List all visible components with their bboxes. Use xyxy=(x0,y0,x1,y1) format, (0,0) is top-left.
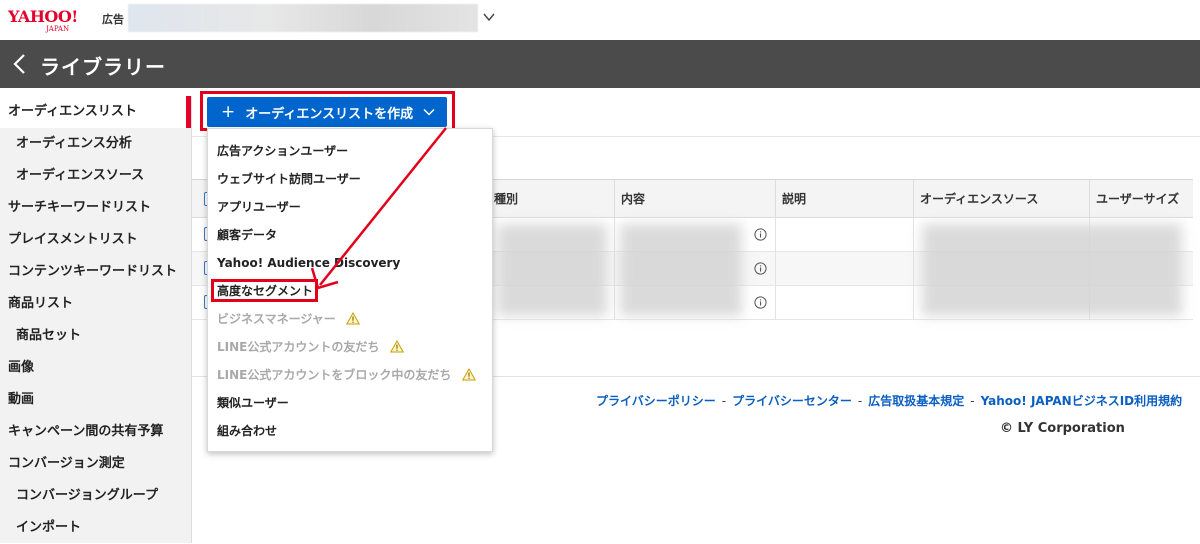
menu-item-similar-users[interactable]: 類似ユーザー xyxy=(208,389,492,417)
menu-item-ad-action-users[interactable]: 広告アクションユーザー xyxy=(208,137,492,165)
logo-label: 広告 xyxy=(102,13,124,26)
menu-item-combination[interactable]: 組み合わせ xyxy=(208,417,492,445)
warning-icon xyxy=(346,312,360,325)
menu-item-website-visitors[interactable]: ウェブサイト訪問ユーザー xyxy=(208,165,492,193)
menu-item-customer-data[interactable]: 顧客データ xyxy=(208,221,492,249)
column-separator xyxy=(775,218,776,320)
sidebar: オーディエンスリスト オーディエンス分析 オーディエンスソース サーチキーワード… xyxy=(0,96,191,543)
copyright: © LY Corporation xyxy=(1000,421,1125,436)
sidebar-item-content-keyword-list[interactable]: コンテンツキーワードリスト xyxy=(0,256,191,288)
chevron-down-icon[interactable] xyxy=(482,10,496,24)
column-separator xyxy=(614,218,615,320)
column-header-audience-source[interactable]: オーディエンスソース xyxy=(913,180,1089,218)
chevron-down-icon xyxy=(423,108,435,116)
create-button-label: オーディエンスリストを作成 xyxy=(245,106,414,122)
logo-sub: JAPAN xyxy=(46,25,70,33)
sidebar-item-audience-list[interactable]: オーディエンスリスト xyxy=(0,96,191,128)
menu-item-business-manager: ビジネスマネージャー xyxy=(208,305,492,333)
sidebar-item-product-list[interactable]: 商品リスト xyxy=(0,288,191,320)
yahoo-ads-logo[interactable]: YAHOO! JAPAN 広告 xyxy=(8,7,124,33)
redacted-cell xyxy=(497,224,607,316)
page-header: ライブラリー xyxy=(0,40,1200,88)
menu-item-line-friends: LINE公式アカウントの友だち xyxy=(208,333,492,361)
column-header-user-size[interactable]: ユーザーサイズ xyxy=(1089,180,1193,218)
sidebar-item-import[interactable]: インポート xyxy=(0,512,191,544)
column-header-type[interactable]: 種別 xyxy=(487,180,609,218)
info-icon[interactable] xyxy=(754,228,767,241)
business-id-terms-link[interactable]: Yahoo! JAPANビジネスID利用規約 xyxy=(981,394,1183,408)
redacted-cell xyxy=(620,224,742,316)
privacy-policy-link[interactable]: プライバシーポリシー xyxy=(596,394,716,408)
sidebar-item-videos[interactable]: 動画 xyxy=(0,384,191,416)
redacted-cell xyxy=(922,224,1182,316)
menu-item-label: ビジネスマネージャー xyxy=(217,312,336,326)
column-separator xyxy=(913,218,914,320)
column-header-content[interactable]: 内容 xyxy=(614,180,775,218)
info-icon[interactable] xyxy=(754,296,767,309)
top-bar: YAHOO! JAPAN 広告 xyxy=(0,0,1200,40)
logo-text: YAHOO! xyxy=(8,7,78,26)
sidebar-item-product-set[interactable]: 商品セット xyxy=(0,320,191,352)
annotation-highlight-advanced-segment xyxy=(211,279,318,302)
sidebar-item-audience-analysis[interactable]: オーディエンス分析 xyxy=(0,128,191,160)
info-icon[interactable] xyxy=(754,262,767,275)
menu-item-line-blocked-friends: LINE公式アカウントをブロック中の友だち xyxy=(208,361,492,389)
plus-icon: + xyxy=(221,102,236,122)
page-title: ライブラリー xyxy=(40,55,166,79)
sidebar-item-conversion-tracking[interactable]: コンバージョン測定 xyxy=(0,448,191,480)
column-header-description[interactable]: 説明 xyxy=(775,180,913,218)
sidebar-item-shared-budget[interactable]: キャンペーン間の共有予算 xyxy=(0,416,191,448)
privacy-center-link[interactable]: プライバシーセンター xyxy=(732,394,852,408)
menu-item-audience-discovery[interactable]: Yahoo! Audience Discovery xyxy=(208,249,492,277)
menu-item-label: LINE公式アカウントをブロック中の友だち xyxy=(217,368,452,382)
menu-item-label: LINE公式アカウントの友だち xyxy=(217,340,380,354)
warning-icon xyxy=(389,340,404,353)
create-audience-list-button[interactable]: + オーディエンスリストを作成 xyxy=(207,97,447,127)
sidebar-item-audience-source[interactable]: オーディエンスソース xyxy=(0,160,191,192)
warning-icon xyxy=(461,368,476,381)
menu-item-app-users[interactable]: アプリユーザー xyxy=(208,193,492,221)
sidebar-item-images[interactable]: 画像 xyxy=(0,352,191,384)
sidebar-item-search-keyword-list[interactable]: サーチキーワードリスト xyxy=(0,192,191,224)
sidebar-item-conversion-group[interactable]: コンバージョングループ xyxy=(0,480,191,512)
footer-links: プライバシーポリシー - プライバシーセンター - 広告取扱基本規定 - Yahoo! JA… xyxy=(596,394,1183,408)
sidebar-item-placement-list[interactable]: プレイスメントリスト xyxy=(0,224,191,256)
chevron-left-icon[interactable] xyxy=(10,52,30,76)
ad-terms-link[interactable]: 広告取扱基本規定 xyxy=(868,394,964,408)
account-selector[interactable] xyxy=(128,4,478,32)
